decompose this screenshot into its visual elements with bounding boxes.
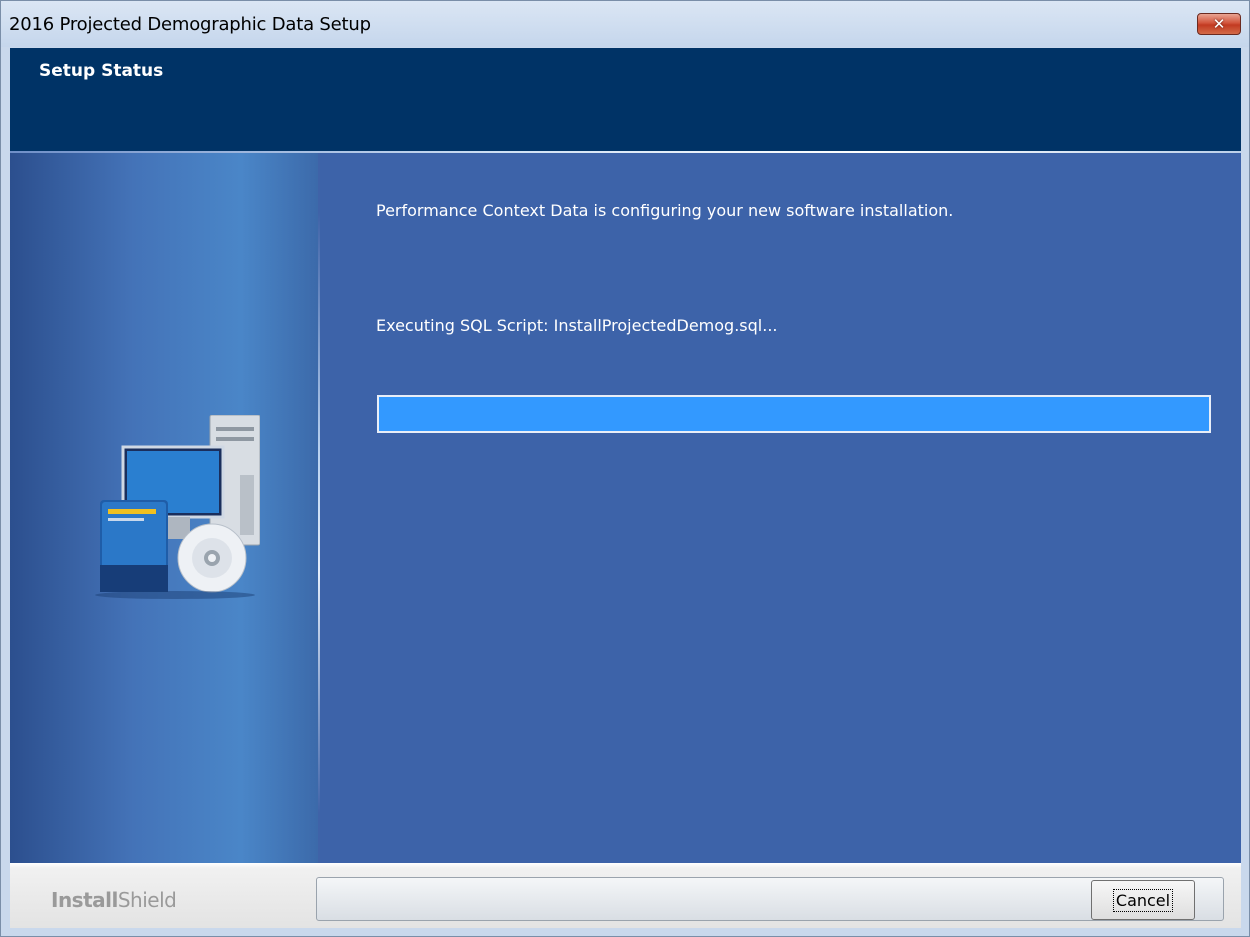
side-graphic-panel — [10, 153, 320, 863]
main-panel: Performance Context Data is configuring … — [320, 153, 1241, 863]
button-bar — [316, 877, 1224, 921]
cancel-button[interactable]: Cancel — [1091, 880, 1195, 920]
brand-light: Shield — [117, 888, 177, 912]
close-icon: ✕ — [1212, 14, 1226, 33]
title-bar[interactable]: 2016 Projected Demographic Data Setup ✕ — [1, 1, 1249, 47]
page-title: Setup Status — [39, 61, 164, 81]
progress-bar-fill — [379, 397, 1209, 431]
header-band: Setup Status — [10, 48, 1241, 151]
brand-bold: Install — [51, 888, 118, 912]
progress-bar — [377, 395, 1211, 433]
installshield-logo: InstallShield — [51, 888, 177, 912]
computer-install-icon — [95, 415, 260, 599]
client-area: Setup Status Performance Context Data is… — [10, 48, 1241, 928]
current-action-text: Executing SQL Script: InstallProjectedDe… — [376, 316, 778, 335]
status-message: Performance Context Data is configuring … — [376, 201, 954, 220]
footer: InstallShield Cancel — [10, 863, 1241, 928]
window-title: 2016 Projected Demographic Data Setup — [9, 14, 371, 35]
setup-window: 2016 Projected Demographic Data Setup ✕ … — [0, 0, 1250, 937]
close-button[interactable]: ✕ — [1197, 13, 1241, 35]
cancel-button-label: Cancel — [1112, 888, 1174, 912]
